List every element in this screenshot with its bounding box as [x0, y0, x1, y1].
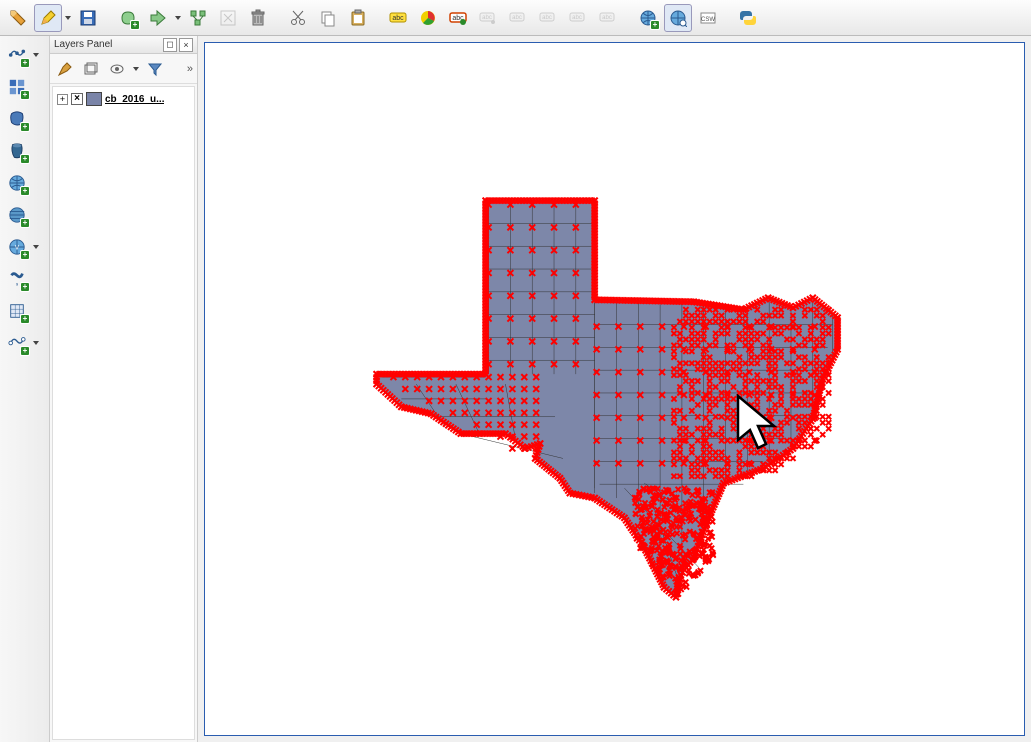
add-csv-layer-button[interactable]: , + — [2, 264, 32, 294]
add-group-button[interactable] — [80, 58, 102, 80]
add-spatialite-button[interactable]: + — [2, 104, 32, 134]
highlight-labels-button[interactable]: abc — [444, 4, 472, 32]
layer-expander[interactable]: + — [57, 94, 68, 105]
cut-button[interactable] — [284, 4, 312, 32]
wms-button[interactable]: + — [634, 4, 662, 32]
node-tool-button[interactable] — [184, 4, 212, 32]
panel-close-button[interactable]: × — [179, 38, 193, 52]
svg-text:abc: abc — [392, 15, 404, 22]
edit-pencil-button[interactable] — [34, 4, 62, 32]
wfs-dropdown[interactable] — [32, 233, 40, 261]
add-virtual-layer-button[interactable]: + — [2, 296, 32, 326]
vector-dropdown[interactable] — [32, 41, 40, 69]
add-feature-button[interactable]: + — [114, 4, 142, 32]
rotate-label-button: abc — [564, 4, 592, 32]
svg-text:abc: abc — [482, 15, 492, 21]
svg-text:,: , — [16, 277, 18, 286]
layer-tree[interactable]: + × cb_2016_u... — [52, 86, 195, 740]
layers-panel: Layers Panel ◻ × » + × — [50, 36, 198, 742]
filter-legend-button[interactable] — [144, 58, 166, 80]
diagram-button[interactable] — [414, 4, 442, 32]
add-vector-layer-button[interactable]: + — [2, 40, 32, 70]
edit-dropdown[interactable] — [64, 4, 72, 32]
svg-text:abc: abc — [602, 15, 612, 21]
add-raster-layer-button[interactable]: + — [2, 72, 32, 102]
svg-text:abc: abc — [542, 15, 552, 21]
wfs-button[interactable] — [664, 4, 692, 32]
layer-row[interactable]: + × cb_2016_u... — [57, 91, 190, 107]
csw-button[interactable]: CSW — [694, 4, 722, 32]
modify-attrs-button — [214, 4, 242, 32]
layers-panel-title: Layers Panel — [54, 39, 112, 50]
layer-visibility-checkbox[interactable]: × — [71, 93, 83, 105]
svg-text:abc: abc — [512, 15, 522, 21]
change-label-button: abc — [594, 4, 622, 32]
pin-labels-button: abc — [474, 4, 502, 32]
copy-button[interactable] — [314, 4, 342, 32]
panel-undock-button[interactable]: ◻ — [163, 38, 177, 52]
visibility-dropdown[interactable] — [132, 55, 140, 83]
panel-expand-button[interactable]: » — [187, 63, 193, 75]
move-feature-button[interactable] — [144, 4, 172, 32]
visibility-button[interactable] — [106, 58, 128, 80]
layer-styling-button[interactable] — [54, 58, 76, 80]
map-canvas[interactable] — [204, 42, 1025, 736]
move-dropdown[interactable] — [174, 4, 182, 32]
newlayer-dropdown[interactable] — [32, 329, 40, 357]
layers-panel-toolbar: » — [50, 54, 197, 84]
labeling-button[interactable]: abc — [384, 4, 412, 32]
add-postgis-button[interactable]: + — [2, 136, 32, 166]
new-shapefile-button[interactable]: + — [2, 328, 32, 358]
add-wms-layer-button[interactable]: + — [2, 168, 32, 198]
add-wfs-side-button[interactable]: V + — [2, 232, 32, 262]
save-edits-button[interactable] — [74, 4, 102, 32]
delete-selected-button[interactable] — [244, 4, 272, 32]
canvas-selection-border — [204, 42, 1025, 736]
svg-text:CSW: CSW — [701, 17, 715, 23]
layer-name-label[interactable]: cb_2016_u... — [105, 94, 164, 105]
layer-swatch — [86, 92, 102, 106]
svg-text:abc: abc — [572, 15, 582, 21]
layers-panel-header: Layers Panel ◻ × — [50, 36, 197, 54]
add-wcs-layer-button[interactable]: + — [2, 200, 32, 230]
move-label-button: abc — [534, 4, 562, 32]
top-toolbar: + abc abc abc abc abc abc abc — [0, 0, 1031, 36]
python-console-button[interactable] — [734, 4, 762, 32]
paste-button[interactable] — [344, 4, 372, 32]
left-toolbar: + + + + + + V + , + — [0, 36, 50, 742]
show-labels-button: abc — [504, 4, 532, 32]
toggle-editing-button[interactable] — [4, 4, 32, 32]
